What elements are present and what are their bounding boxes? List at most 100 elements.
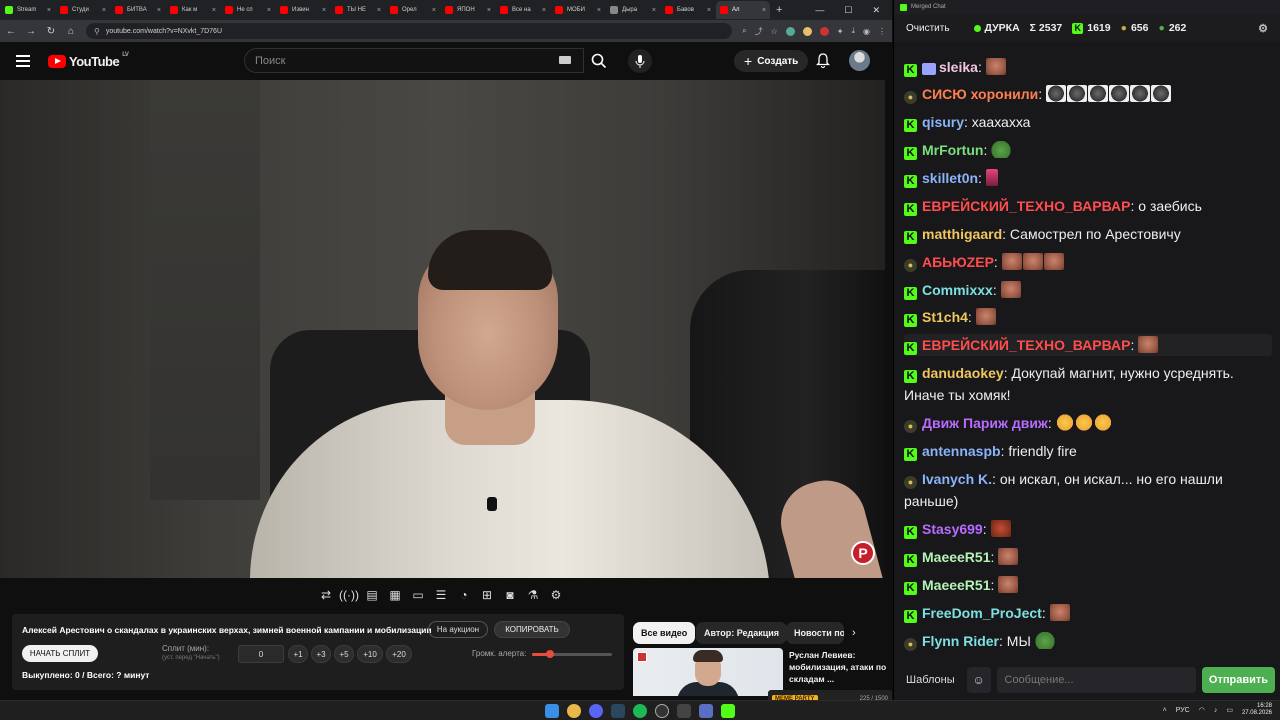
chat-messages[interactable]: Ksleika: ● СИСЮ хоронили: Kqisury: хаахах… bbox=[894, 42, 1280, 662]
chat-username[interactable]: MrFortun bbox=[922, 142, 983, 158]
chat-username[interactable]: antennaspb bbox=[922, 443, 1001, 459]
app-icon[interactable] bbox=[677, 704, 691, 718]
tab-close-icon[interactable]: × bbox=[707, 7, 711, 14]
browser-tab[interactable]: Дыра × bbox=[606, 1, 660, 19]
chip-all-videos[interactable]: Все видео bbox=[633, 622, 696, 644]
video-player[interactable]: P bbox=[0, 80, 885, 578]
chevron-up-icon[interactable]: ˄ bbox=[1163, 707, 1167, 714]
puzzle-icon[interactable]: ✦ bbox=[837, 27, 844, 36]
speed-icon[interactable]: ◔ bbox=[456, 588, 472, 602]
steam-icon[interactable] bbox=[611, 704, 625, 718]
clip-icon[interactable]: ▤ bbox=[364, 588, 380, 602]
voice-search-button[interactable] bbox=[628, 49, 652, 73]
tab-close-icon[interactable]: × bbox=[267, 7, 271, 14]
chat-username[interactable]: ЕВРЕЙСКИЙ_ТЕХНО_ВАРВАР bbox=[922, 198, 1131, 214]
chat-username[interactable]: СИСЮ хоронили bbox=[922, 86, 1038, 102]
browser-tab[interactable]: Бавов × bbox=[661, 1, 715, 19]
browser-tab[interactable]: ЯПОН × bbox=[441, 1, 495, 19]
url-input[interactable]: ⚲ youtube.com/watch?v=NXvkt_7D76U bbox=[86, 23, 733, 39]
tab-close-icon[interactable]: × bbox=[652, 7, 656, 14]
tab-close-icon[interactable]: × bbox=[432, 7, 436, 14]
close-icon[interactable]: ✕ bbox=[872, 5, 880, 16]
tab-close-icon[interactable]: × bbox=[487, 7, 491, 14]
spotify-icon[interactable] bbox=[633, 704, 647, 718]
browser-tab[interactable]: ТЫ НЕ × bbox=[331, 1, 385, 19]
gear-icon[interactable]: ⚙ bbox=[548, 588, 564, 602]
minimize-icon[interactable]: — bbox=[815, 5, 824, 16]
split-increment-button[interactable]: +5 bbox=[334, 645, 354, 663]
tab-close-icon[interactable]: × bbox=[762, 7, 766, 14]
tab-close-icon[interactable]: × bbox=[322, 7, 326, 14]
extension-icon[interactable] bbox=[785, 26, 795, 36]
broadcast-icon[interactable]: ((·)) bbox=[339, 588, 359, 602]
screen-icon[interactable]: ▭ bbox=[410, 588, 426, 602]
chip-news[interactable]: Новости по bbox=[786, 622, 844, 644]
split-increment-button[interactable]: +10 bbox=[357, 645, 383, 663]
film-icon[interactable]: ▦ bbox=[387, 588, 403, 602]
menu-dots-icon[interactable]: ⋮ bbox=[878, 27, 886, 36]
download-icon[interactable]: ⤓ bbox=[851, 26, 855, 36]
search-input[interactable]: Поиск bbox=[244, 48, 584, 73]
start-split-button[interactable]: НАЧАТЬ СПЛИТ bbox=[22, 645, 98, 662]
browser-tab[interactable]: Студи × bbox=[56, 1, 110, 19]
app-icon[interactable] bbox=[699, 704, 713, 718]
chat-username[interactable]: FreeDom_ProJect bbox=[922, 605, 1042, 621]
recommendation-title[interactable]: Руслан Левиев: мобилизация, атаки по скл… bbox=[789, 649, 887, 685]
new-tab-icon[interactable]: + bbox=[776, 4, 782, 16]
templates-button[interactable]: Шаблоны bbox=[900, 667, 961, 693]
chat-username[interactable]: Ivanych K. bbox=[922, 471, 992, 487]
browser-tab[interactable]: Орел × bbox=[386, 1, 440, 19]
alert-volume-handle[interactable] bbox=[545, 650, 554, 658]
extension-icon[interactable] bbox=[802, 26, 812, 36]
maximize-icon[interactable]: ☐ bbox=[844, 5, 852, 16]
notifications-button[interactable] bbox=[815, 53, 831, 73]
chat-username[interactable]: Движ Париж движ bbox=[922, 415, 1048, 431]
copy-button[interactable]: КОПИРОВАТЬ bbox=[494, 621, 570, 638]
language-indicator[interactable]: РУС bbox=[1176, 707, 1190, 714]
chat-username[interactable]: MaeeeR51 bbox=[922, 577, 991, 593]
keyboard-icon[interactable] bbox=[559, 56, 571, 64]
split-increment-button[interactable]: +20 bbox=[386, 645, 412, 663]
create-button[interactable]: + Создать bbox=[734, 50, 809, 72]
settings-icon[interactable]: ⚙ bbox=[1258, 22, 1268, 35]
alert-volume-slider[interactable] bbox=[532, 650, 612, 658]
camera-icon[interactable]: ◙ bbox=[502, 588, 518, 602]
tab-close-icon[interactable]: × bbox=[47, 7, 51, 14]
auction-button[interactable]: На аукцион bbox=[428, 621, 488, 638]
clock[interactable]: 16:28 27.08.2026 bbox=[1242, 703, 1272, 717]
profile-icon[interactable]: ◉ bbox=[863, 27, 870, 36]
chat-username[interactable]: Commixxx bbox=[922, 282, 993, 298]
home-icon[interactable]: ⌂ bbox=[66, 26, 76, 37]
forward-icon[interactable]: → bbox=[26, 26, 36, 37]
chat-username[interactable]: qisury bbox=[922, 114, 964, 130]
chat-username[interactable]: St1ch4 bbox=[922, 309, 968, 325]
windows-start-icon[interactable] bbox=[545, 704, 559, 718]
browser-tab[interactable]: БИТВА × bbox=[111, 1, 165, 19]
chrome-icon[interactable] bbox=[567, 704, 581, 718]
bookmark-star-icon[interactable]: ☆ bbox=[771, 27, 778, 36]
tab-close-icon[interactable]: × bbox=[157, 7, 161, 14]
subtitles-icon[interactable]: ☰ bbox=[433, 588, 449, 602]
browser-tab[interactable]: Stream × bbox=[1, 1, 55, 19]
wifi-icon[interactable]: ◠ bbox=[1199, 706, 1205, 714]
chevron-right-icon[interactable]: › bbox=[852, 627, 856, 639]
tab-close-icon[interactable]: × bbox=[597, 7, 601, 14]
reload-icon[interactable]: ↻ bbox=[46, 26, 56, 37]
recommendation-thumbnail[interactable] bbox=[633, 648, 783, 696]
loop-icon[interactable]: ⇄ bbox=[318, 588, 334, 602]
tab-close-icon[interactable]: × bbox=[542, 7, 546, 14]
menu-icon[interactable] bbox=[16, 55, 30, 67]
site-info-icon[interactable]: ⚲ bbox=[94, 27, 100, 36]
chat-username[interactable]: MaeeeR51 bbox=[922, 549, 991, 565]
chat-username[interactable]: АБЬЮZЕР bbox=[922, 254, 994, 270]
chip-author[interactable]: Автор: Редакция bbox=[696, 622, 788, 644]
chat-username[interactable]: ЕВРЕЙСКИЙ_ТЕХНО_ВАРВАР bbox=[922, 337, 1131, 353]
add-screen-icon[interactable]: ⊞ bbox=[479, 588, 495, 602]
chat-username[interactable]: matthigaard bbox=[922, 226, 1002, 242]
browser-tab[interactable]: Все на × bbox=[496, 1, 550, 19]
send-button[interactable]: Отправить bbox=[1201, 667, 1275, 693]
browser-tab[interactable]: Ал × bbox=[716, 1, 770, 19]
zoom-icon[interactable]: ⌕ bbox=[742, 26, 746, 36]
message-input[interactable]: Сообщение... bbox=[996, 667, 1196, 693]
youtube-logo[interactable]: YouTube LV bbox=[48, 52, 129, 69]
